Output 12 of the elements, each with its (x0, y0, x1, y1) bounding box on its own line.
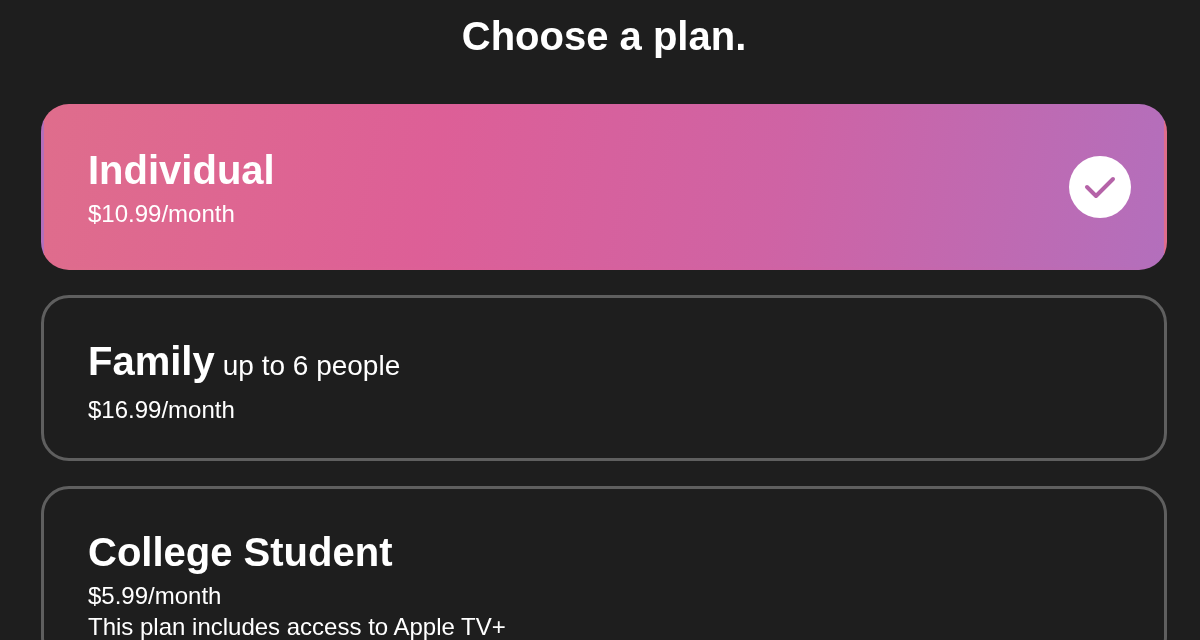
plan-name: College Student (88, 530, 393, 574)
plan-name: Family (88, 339, 215, 383)
page-title: Choose a plan. (461, 13, 747, 60)
plan-price: $5.99/month (88, 581, 222, 611)
checkmark-icon (1069, 156, 1131, 218)
plan-price: $10.99/month (88, 199, 235, 229)
plan-card[interactable]: Family up to 6 people $16.99/month (41, 295, 1167, 461)
plan-subtitle: up to 6 people (222, 349, 401, 383)
plan-name: Individual (88, 148, 275, 192)
plan-card[interactable]: College Student $5.99/month This plan includes access to Apple TV+ (41, 486, 1167, 640)
plan-price: $16.99/month (88, 395, 235, 425)
plan-note: This plan includes access to Apple TV+ (88, 612, 506, 640)
